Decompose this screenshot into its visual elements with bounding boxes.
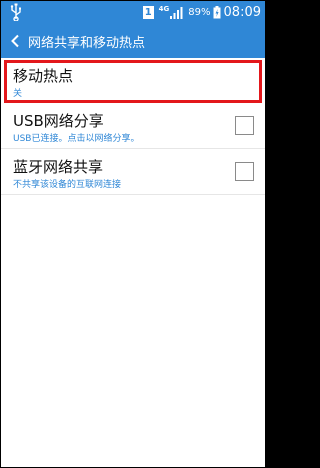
usb-icon: [10, 3, 21, 21]
bluetooth-tethering-item[interactable]: 蓝牙网络共享 不共享该设备的互联网连接: [1, 149, 265, 195]
sim-card-indicator: 1: [142, 6, 154, 19]
mobile-hotspot-item[interactable]: 移动热点 关: [4, 60, 262, 103]
settings-list: 移动热点 关 USB网络分享 USB已连接。点击以网络分享。 蓝牙网络共享 不共…: [1, 58, 265, 195]
back-icon[interactable]: [10, 34, 20, 48]
battery-percent: 89%: [188, 7, 211, 18]
header-bar: 网络共享和移动热点: [1, 24, 265, 58]
status-bar: 1 4G 89% 08:09: [1, 1, 265, 24]
phone-screen: 1 4G 89% 08:09 网络共享和移动热点 移动热点 关 USB网络分享 …: [0, 0, 266, 468]
mobile-hotspot-title: 移动热点: [13, 67, 74, 85]
usb-tethering-item[interactable]: USB网络分享 USB已连接。点击以网络分享。: [1, 103, 265, 149]
usb-tethering-subtitle: USB已连接。点击以网络分享。: [13, 134, 140, 144]
usb-tethering-title: USB网络分享: [13, 112, 104, 130]
network-type-label: 4G: [158, 5, 170, 13]
mobile-hotspot-status: 关: [13, 89, 23, 99]
page-title: 网络共享和移动热点: [28, 35, 146, 51]
signal-bars-icon: [170, 6, 183, 19]
bluetooth-tethering-checkbox[interactable]: [235, 162, 254, 181]
clock: 08:09: [223, 5, 261, 20]
bluetooth-tethering-subtitle: 不共享该设备的互联网连接: [13, 180, 122, 190]
usb-tethering-checkbox[interactable]: [235, 116, 254, 135]
bluetooth-tethering-title: 蓝牙网络共享: [13, 158, 104, 176]
battery-charging-icon: [213, 6, 221, 19]
